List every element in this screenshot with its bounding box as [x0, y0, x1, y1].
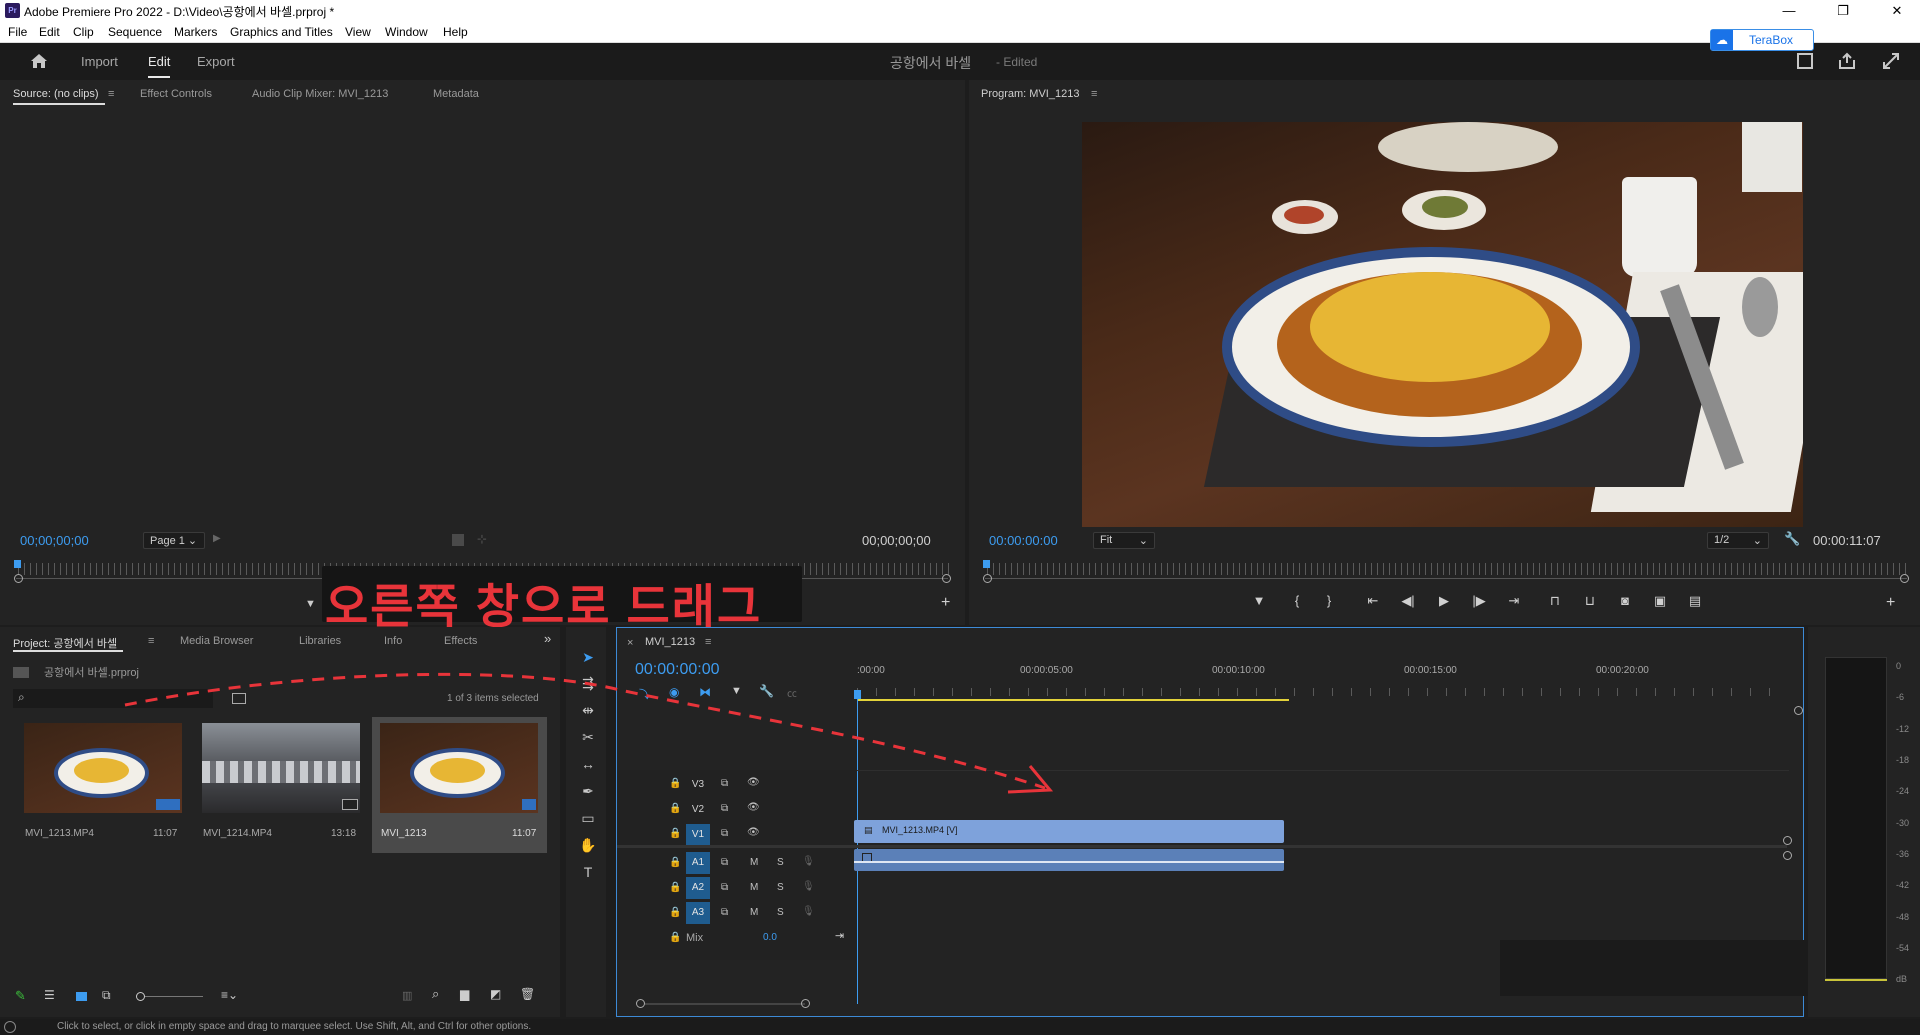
audio-meter-level — [1825, 979, 1887, 981]
meter-tick: -24 — [1896, 786, 1910, 796]
meter-tick: -42 — [1896, 880, 1910, 890]
meter-tick: 0 — [1896, 661, 1902, 671]
drag-arrow-line — [124, 672, 1046, 790]
status-icon — [4, 1021, 16, 1033]
status-text: Click to select, or click in empty space… — [57, 1021, 532, 1032]
meter-tick: -18 — [1896, 755, 1910, 765]
drag-arrow-overlay — [124, 672, 1054, 794]
meter-tick: -12 — [1896, 724, 1910, 734]
status-bar: Click to select, or click in empty space… — [0, 1019, 1920, 1035]
meter-tick: -54 — [1896, 943, 1910, 953]
meter-tick: -30 — [1896, 818, 1910, 828]
audio-meter — [1825, 657, 1887, 979]
meter-tick: dB — [1896, 974, 1908, 984]
meter-tick: -36 — [1896, 849, 1910, 859]
meter-tick: -6 — [1896, 692, 1905, 702]
meter-tick: -48 — [1896, 912, 1910, 922]
